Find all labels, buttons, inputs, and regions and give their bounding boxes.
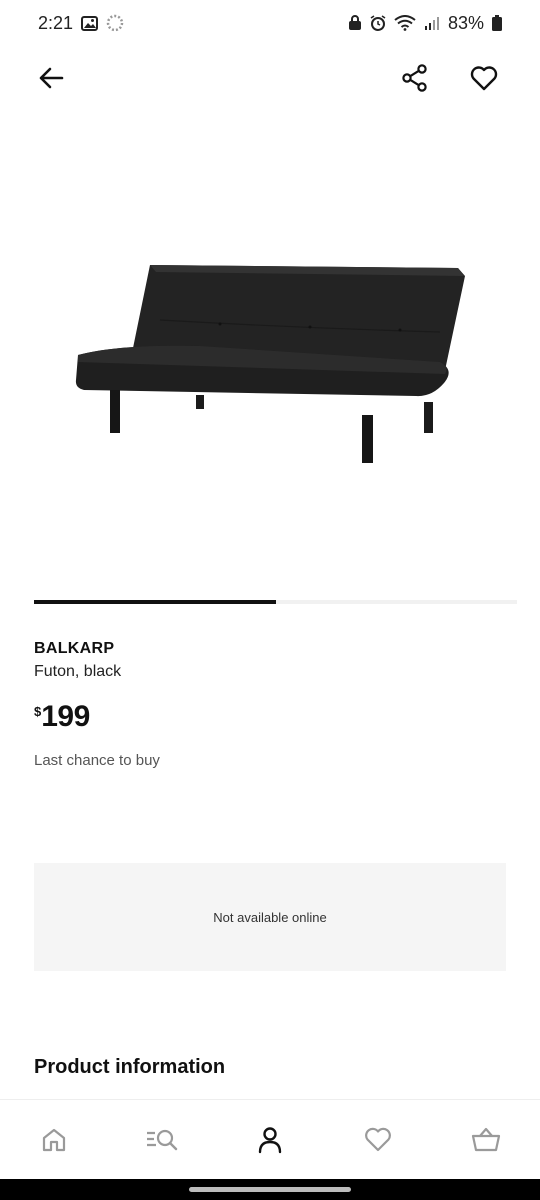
search-icon (147, 1129, 178, 1150)
account-icon (258, 1126, 282, 1153)
online-availability-box: Not available online (34, 863, 506, 971)
system-navigation-bar (0, 1179, 540, 1200)
product-description: Futon, black (34, 663, 122, 680)
futon-image (75, 265, 465, 463)
back-arrow-icon (39, 67, 64, 89)
heart-icon (470, 66, 498, 91)
home-indicator[interactable] (189, 1187, 351, 1192)
share-button[interactable] (398, 61, 432, 95)
nav-home[interactable] (0, 1110, 108, 1170)
availability-note: Last chance to buy (34, 752, 160, 769)
status-left: 2:21 (38, 13, 124, 34)
share-icon (402, 64, 427, 92)
battery-percent: 83% (447, 12, 484, 33)
product-price: $ 199 (34, 700, 90, 734)
nav-account[interactable] (216, 1110, 324, 1170)
image-icon (81, 15, 99, 31)
nav-favorites[interactable] (324, 1110, 432, 1170)
loading-icon (106, 14, 124, 32)
back-button[interactable] (34, 62, 68, 94)
wifi-icon (394, 15, 416, 31)
product-name: BALKARP (34, 640, 115, 657)
price-value: 199 (41, 700, 90, 733)
battery-icon (492, 15, 502, 31)
price-currency: $ (34, 704, 42, 719)
alarm-icon (370, 15, 386, 31)
favorite-button[interactable] (466, 61, 502, 95)
lock-icon (348, 15, 362, 31)
cart-icon (471, 1127, 501, 1151)
home-icon (42, 1128, 66, 1151)
nav-search[interactable] (108, 1110, 216, 1170)
bottom-navigation (0, 1099, 540, 1179)
signal-icon (424, 15, 440, 31)
availability-text: Not available online (213, 909, 327, 925)
carousel-progress (34, 600, 276, 604)
status-bar: 2:21 83% (0, 0, 540, 46)
image-carousel-indicator (34, 600, 517, 604)
favorites-icon (365, 1127, 391, 1151)
nav-cart[interactable] (432, 1110, 540, 1170)
status-right: 83% (348, 13, 502, 34)
product-image[interactable] (60, 250, 480, 480)
top-app-bar (0, 52, 540, 104)
status-time: 2:21 (38, 12, 74, 33)
product-information-heading[interactable]: Product information (34, 1056, 225, 1079)
